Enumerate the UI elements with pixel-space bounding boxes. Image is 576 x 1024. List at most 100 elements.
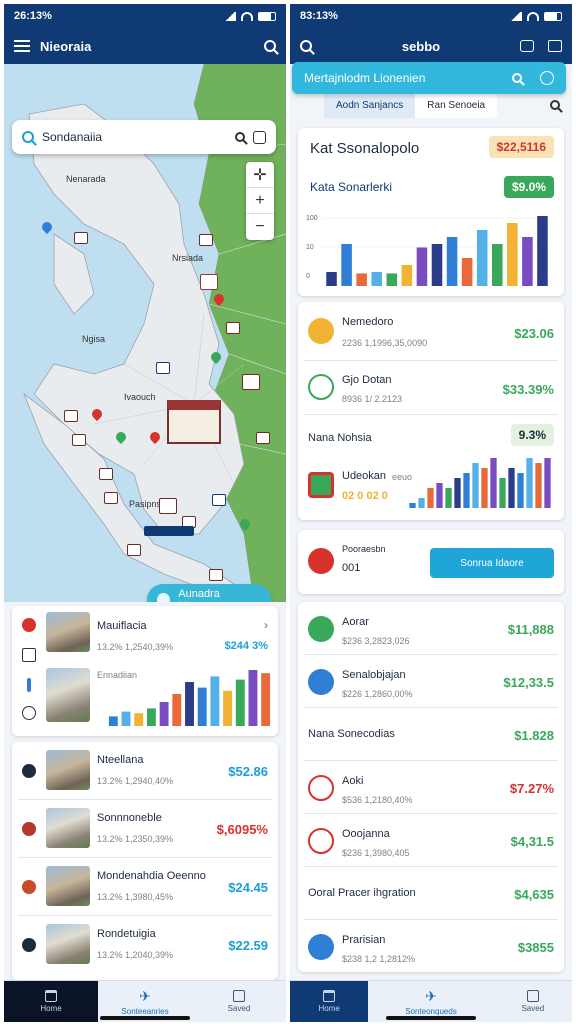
listing-price: $52.86 (228, 764, 268, 779)
left-screen: 26:13% Nieoraia Sondanaiia ✛ + − Nenarad… (4, 4, 286, 1022)
search-icon[interactable] (264, 40, 276, 52)
map-label: Ngisa (82, 334, 106, 344)
summary-card[interactable]: Mauiflacia 13.2% 1,2540,39% › $244 3% En… (12, 606, 278, 736)
chevron-right-icon[interactable]: › (264, 618, 268, 632)
list-item-title: Aoki (342, 775, 364, 787)
pin-icon (27, 678, 31, 692)
home-indicator (386, 1016, 476, 1020)
battery-icon (258, 11, 276, 21)
list-item-value: $4,635 (514, 887, 554, 902)
property-marker[interactable] (64, 410, 78, 422)
zoom-in-button[interactable]: + (246, 188, 274, 214)
explore-button-label: Aunadra Mernons (178, 588, 221, 602)
property-thumbnail (46, 668, 90, 722)
chart-bar (146, 708, 156, 726)
location-icon (22, 618, 36, 632)
chart-bar (526, 458, 533, 508)
explore-button[interactable]: Aunadra Mernons (147, 584, 271, 602)
property-marker[interactable] (99, 468, 113, 480)
tab-second[interactable]: Ran Senoeia (415, 94, 497, 118)
wifi-icon (527, 11, 539, 21)
map-view[interactable]: ✛ + − Nenarada Nrsiada Ngisa Ivaouch Pas… (4, 64, 286, 602)
search-submit-icon[interactable] (235, 132, 245, 142)
property-marker[interactable] (212, 494, 226, 506)
chart-bar (508, 468, 515, 508)
calendar-icon (22, 648, 36, 662)
bookmark-icon (526, 990, 539, 1002)
chart-bar (446, 237, 458, 286)
chart-bar (544, 458, 551, 508)
chart-bar (490, 458, 497, 508)
chart-bar (522, 237, 533, 286)
tab-first[interactable]: Aodn Sanjancs (324, 94, 416, 118)
search-icon[interactable] (550, 100, 560, 110)
stat-value: $33.39% (502, 382, 554, 397)
property-marker[interactable] (200, 274, 218, 290)
chart-bar (341, 244, 352, 286)
property-marker[interactable] (156, 362, 170, 374)
chart-bar (445, 488, 452, 508)
featured-property-marker[interactable] (167, 400, 221, 444)
listing-subtitle: 13.2% 1,2350,39% (97, 834, 174, 844)
list-item-title: Nana Sonecodias (308, 728, 395, 740)
list-item-value: $12,33.5 (503, 675, 554, 690)
divider (18, 857, 272, 858)
rocket-icon: ✈ (425, 987, 437, 1004)
list-item-subtitle: $238 1,2 1,2812% (342, 954, 416, 964)
search-icon[interactable] (300, 40, 312, 52)
chart-bar (507, 223, 518, 286)
camera-icon[interactable] (520, 40, 534, 52)
property-marker[interactable] (242, 374, 260, 390)
zoom-out-button[interactable]: − (246, 214, 274, 240)
y-tick-label: 10 (306, 244, 314, 251)
list-item-subtitle: $536 1,2180,40% (342, 795, 413, 805)
bottom-nav: Home ✈ Sonteeanries Saved (4, 980, 286, 1022)
stat-title: Nana Nohsia (308, 432, 372, 444)
window-icon[interactable] (548, 40, 562, 52)
listings-card: Nteellana 13.2% 1,2940,40% $52.86 Sonnnoneb… (12, 742, 278, 980)
right-screen: 83:13% sebbo Mertajnlodm Lionenien Aodn … (290, 4, 572, 1022)
property-marker[interactable] (72, 434, 86, 446)
property-marker[interactable] (256, 432, 270, 444)
stat-subtitle: 8936 1/ 2.2123 (342, 394, 403, 404)
list-item-title: Ooral Pracer ihgration (308, 887, 416, 899)
chart-bar (248, 670, 258, 726)
filter-bar[interactable]: Mertajnlodm Lionenien (292, 62, 566, 94)
nav-home[interactable]: Home (4, 981, 98, 1022)
property-marker[interactable] (226, 322, 240, 334)
nav-saved[interactable]: Saved (192, 981, 286, 1022)
nav-home[interactable]: Home (290, 981, 369, 1022)
map-label: Pasipns (129, 499, 162, 509)
property-marker[interactable] (127, 544, 141, 556)
listing-title: Mondenahdia Oeenno (97, 870, 206, 882)
search-icon[interactable] (512, 73, 522, 83)
list-item-title: Senalobjajan (342, 669, 406, 681)
menu-icon[interactable] (14, 40, 30, 52)
category-icon (308, 775, 334, 801)
chart-bar (409, 503, 416, 508)
price-tag[interactable] (144, 526, 194, 536)
building-icon (308, 472, 334, 498)
category-icon (308, 669, 334, 695)
filter-icon[interactable] (253, 130, 266, 144)
search-input[interactable] (42, 130, 227, 144)
property-marker[interactable] (104, 492, 118, 504)
chart-bar (386, 273, 398, 286)
chart-bar (472, 463, 479, 508)
locate-icon[interactable]: ✛ (246, 162, 274, 188)
coin-icon (308, 318, 334, 344)
primary-action-button[interactable]: Sonrua Idaore (430, 548, 554, 578)
property-marker[interactable] (209, 569, 223, 581)
leaf-icon (308, 374, 334, 400)
card-title: Mauiflacia (97, 620, 147, 632)
app-title: Nieoraia (40, 38, 92, 54)
property-marker[interactable] (159, 498, 177, 514)
chart-bar (401, 265, 413, 286)
search-icon (22, 131, 34, 143)
bottom-nav: Home ✈ Sonteonqueds Saved (290, 980, 572, 1022)
chart-bar (535, 463, 542, 508)
property-marker[interactable] (74, 232, 88, 244)
settings-icon[interactable] (540, 71, 554, 85)
nav-saved[interactable]: Saved (494, 981, 572, 1022)
property-marker[interactable] (199, 234, 213, 246)
